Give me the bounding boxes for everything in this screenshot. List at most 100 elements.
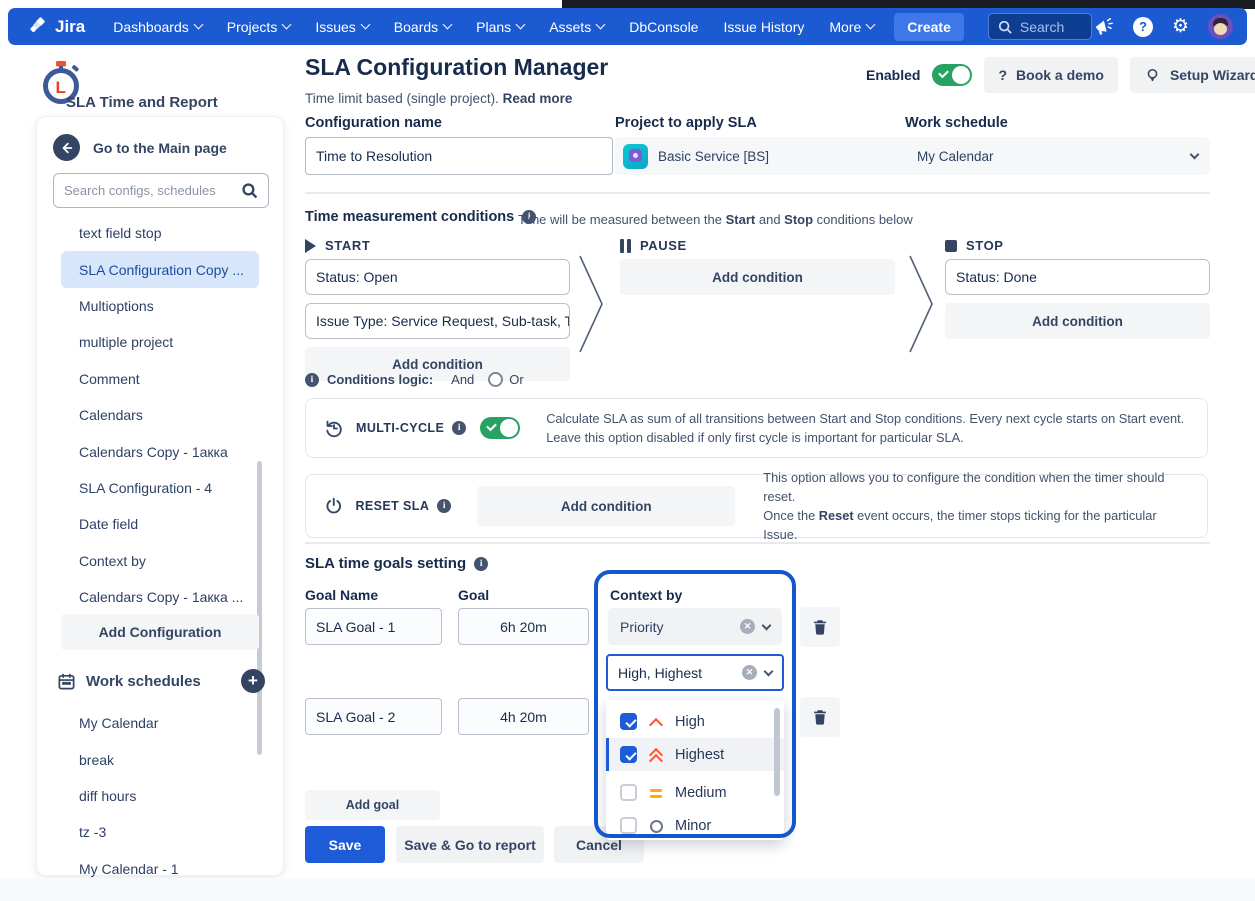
search-icon <box>241 182 258 199</box>
goal-value-input-2[interactable] <box>458 698 589 735</box>
sidebar-schedule-item[interactable]: tz -3 <box>37 814 285 850</box>
add-schedule-button[interactable]: + <box>241 669 265 693</box>
sidebar-config-item[interactable]: Calendars <box>37 397 285 433</box>
stop-icon <box>945 240 957 252</box>
start-condition-1[interactable]: Status: Open <box>305 259 570 295</box>
delete-goal-button-1[interactable] <box>800 607 840 647</box>
nav-menu-item[interactable]: Projects <box>227 19 291 35</box>
multi-cycle-label: MULTI-CYCLE <box>356 421 444 435</box>
project-label: Project to apply SLA <box>615 115 757 131</box>
checkbox[interactable] <box>620 817 637 834</box>
create-button[interactable]: Create <box>894 13 964 41</box>
schedule-select[interactable]: My Calendar <box>905 137 1210 175</box>
pause-add-condition-button[interactable]: Add condition <box>620 259 895 295</box>
multi-cycle-desc-line1: Calculate SLA as sum of all transitions … <box>546 409 1184 428</box>
go-to-main-page[interactable]: Go to the Main page <box>53 134 227 161</box>
add-goal-button[interactable]: Add goal <box>305 790 440 820</box>
radio-or[interactable] <box>488 372 503 387</box>
goal-value-input-1[interactable] <box>458 608 589 645</box>
checkbox[interactable] <box>620 713 637 730</box>
stop-label: STOP <box>966 238 1004 253</box>
priority-option-label: High <box>675 714 705 730</box>
schedule-list: My Calendarbreakdiff hourstz -3My Calend… <box>37 705 285 887</box>
jira-logo[interactable]: Jira <box>28 17 85 37</box>
clear-icon[interactable]: ✕ <box>742 665 757 680</box>
sidebar-config-item[interactable]: Date field <box>37 506 285 542</box>
pause-column-header: PAUSE <box>620 238 687 253</box>
sidebar-config-item[interactable]: multiple project <box>37 324 285 360</box>
add-configuration-button[interactable]: Add Configuration <box>61 614 259 650</box>
checkbox[interactable] <box>620 746 637 763</box>
book-demo-button[interactable]: ? Book a demo <box>984 57 1117 93</box>
search-icon <box>998 20 1012 34</box>
save-button[interactable]: Save <box>305 826 385 863</box>
priority-filter-input[interactable]: High, Highest ✕ <box>606 654 784 691</box>
nav-menu-item[interactable]: DbConsole <box>629 19 698 35</box>
sidebar-schedule-item[interactable]: My Calendar <box>37 705 285 741</box>
help-icon[interactable]: ? <box>1133 17 1153 37</box>
sidebar-config-item[interactable]: SLA Configuration Copy ... <box>61 251 259 287</box>
logic-or-option[interactable]: Or <box>488 372 523 387</box>
goal-name-input-2[interactable] <box>305 698 442 735</box>
avatar[interactable] <box>1208 14 1233 39</box>
sidebar-config-item[interactable]: Calendars Copy - 1акка ... <box>37 579 285 615</box>
info-icon[interactable]: i <box>305 373 319 387</box>
sidebar-config-item[interactable]: Context by <box>37 543 285 579</box>
delete-goal-button-2[interactable] <box>800 697 840 737</box>
gear-icon[interactable]: ⚙ <box>1172 17 1189 36</box>
chevron-down-icon <box>443 20 453 30</box>
dropdown-scrollbar[interactable] <box>774 708 780 796</box>
time-measurement-title-text: Time measurement conditions <box>305 209 514 225</box>
sidebar-config-item[interactable]: Calendars Copy - 1акка <box>37 433 285 469</box>
conditions-logic-label: Conditions logic: <box>327 372 433 387</box>
context-by-select[interactable]: Priority ✕ <box>608 608 782 645</box>
nav-menu-item-label: Assets <box>549 19 591 35</box>
info-icon[interactable]: i <box>437 499 451 513</box>
sidebar-schedule-item[interactable]: break <box>37 741 285 777</box>
priority-option[interactable]: Medium <box>606 776 784 809</box>
info-icon[interactable]: i <box>474 557 488 571</box>
global-search[interactable]: Search <box>988 13 1092 40</box>
checkbox[interactable] <box>620 784 637 801</box>
nav-menu-item-label: Dashboards <box>113 19 189 35</box>
nav-menu-item[interactable]: Boards <box>394 19 451 35</box>
chevron-down-icon <box>360 20 370 30</box>
priority-option[interactable]: Minor <box>606 809 784 840</box>
nav-menu-item[interactable]: Issue History <box>723 19 804 35</box>
priority-option[interactable]: High <box>606 705 784 738</box>
goals-title: SLA time goals setting i <box>305 555 488 572</box>
info-icon[interactable]: i <box>452 421 466 435</box>
page-title: SLA Configuration Manager <box>305 54 608 81</box>
stop-condition-1[interactable]: Status: Done <box>945 259 1210 295</box>
sidebar-config-item[interactable]: text field stop <box>37 215 285 251</box>
nav-menu-item[interactable]: Assets <box>549 19 604 35</box>
logic-and-option[interactable]: And <box>451 372 474 387</box>
schedule-label: Work schedule <box>905 115 1008 131</box>
stop-add-condition-button[interactable]: Add condition <box>945 303 1210 339</box>
start-condition-2[interactable]: Issue Type: Service Request, Sub-task, T… <box>305 303 570 339</box>
nav-menu-item[interactable]: Plans <box>476 19 524 35</box>
reset-add-condition-button[interactable]: Add condition <box>477 486 735 526</box>
sidebar-schedule-item[interactable]: diff hours <box>37 778 285 814</box>
clear-icon[interactable]: ✕ <box>740 619 755 634</box>
nav-menu-item[interactable]: Issues <box>315 19 368 35</box>
nav-menu-item[interactable]: Dashboards <box>113 19 202 35</box>
schedule-value: My Calendar <box>917 149 994 164</box>
sidebar-search-input[interactable] <box>64 183 241 198</box>
nav-menu-item[interactable]: More <box>829 19 874 35</box>
nav-menu-item-label: Boards <box>394 19 438 35</box>
setup-wizard-button[interactable]: Setup Wizard <box>1130 57 1255 93</box>
save-go-report-button[interactable]: Save & Go to report <box>396 826 544 863</box>
sidebar-config-item[interactable]: SLA Configuration - 4 <box>37 470 285 506</box>
sidebar-config-item[interactable]: Multioptions <box>37 288 285 324</box>
read-more-link[interactable]: Read more <box>503 91 573 106</box>
enabled-toggle[interactable] <box>932 64 972 86</box>
sidebar-config-item[interactable]: Comment <box>37 361 285 397</box>
start-label: START <box>325 238 370 253</box>
megaphone-icon[interactable] <box>1092 16 1114 38</box>
goal-name-input-1[interactable] <box>305 608 442 645</box>
config-name-input[interactable] <box>305 137 613 175</box>
multi-cycle-toggle[interactable] <box>480 417 520 439</box>
priority-option[interactable]: Highest <box>606 738 784 771</box>
reset-sla-card: RESET SLA i Add condition This option al… <box>305 474 1208 538</box>
